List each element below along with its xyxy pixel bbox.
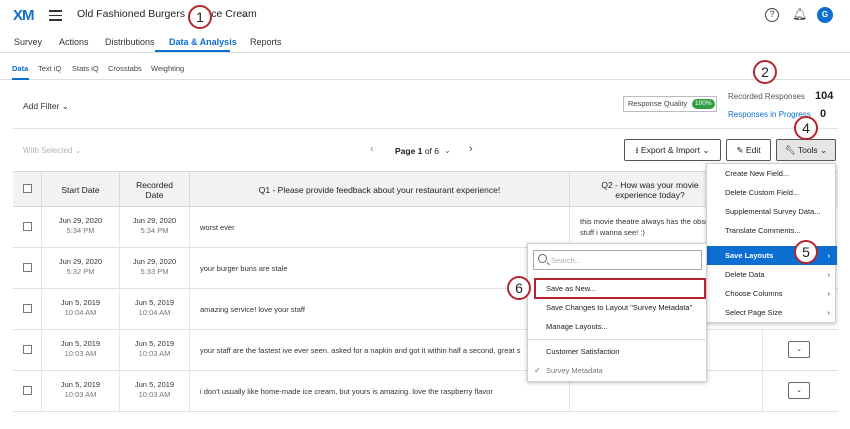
menu-item-select-page-size[interactable]: Select Page Size › [707,303,837,322]
main-nav-tabs: Survey Actions Distributions Data & Anal… [0,31,850,53]
chevron-right-icon: › [827,289,831,298]
callout-1: 1 [188,5,212,29]
layout-search-box[interactable] [533,250,702,270]
callout-4: 4 [794,116,818,140]
add-filter-button[interactable]: Add Filter ⌄ [23,101,69,112]
column-header-recorded-date[interactable]: Recorded Date [120,172,190,208]
row-actions-dropdown[interactable]: ⌄ [788,341,810,358]
row-actions-dropdown[interactable]: ⌄ [788,382,810,399]
edit-button[interactable]: ✎ Edit [726,139,771,161]
menu-item-supplemental-survey-data[interactable]: Supplemental Survey Data... [707,202,837,221]
responses-in-progress-count: 0 [820,108,827,120]
menu-item-translate-comments[interactable]: Translate Comments... [707,221,837,240]
submenu-item-save-changes[interactable]: Save Changes to Layout "Survey Metadata" [528,298,708,317]
active-subtab-indicator [12,78,29,80]
tab-survey[interactable]: Survey [14,37,42,47]
notification-bell-icon[interactable]: 🔔︎ [792,7,807,21]
tab-distributions[interactable]: Distributions [105,37,155,47]
row-checkbox[interactable] [23,345,32,354]
row-checkbox[interactable] [23,386,32,395]
chevron-right-icon: › [827,308,831,317]
select-all-checkbox[interactable] [23,184,32,193]
tools-button[interactable]: 🔧︎ Tools ⌄ [776,139,836,161]
row-checkbox[interactable] [23,222,32,231]
xm-logo[interactable]: XM [13,7,34,24]
subtab-text-iq[interactable]: Text iQ [38,64,61,73]
quality-percent-badge: 100% [692,99,715,109]
active-tab-indicator [155,50,230,52]
recorded-responses-label: Recorded Responses [728,92,805,101]
project-title[interactable]: Old Fashioned Burgers and Ice Cream [77,8,257,20]
callout-2: 2 [753,60,777,84]
tab-reports[interactable]: Reports [250,37,282,47]
search-icon [538,254,547,263]
row-checkbox[interactable] [23,263,32,272]
submenu-item-customer-satisfaction[interactable]: Customer Satisfaction [528,342,708,361]
page-indicator[interactable]: Page 1 of 6 [395,146,439,156]
chevron-right-icon: › [827,251,831,260]
tab-actions[interactable]: Actions [59,37,89,47]
row-checkbox[interactable] [23,304,32,313]
column-header-q1[interactable]: Q1 - Please provide feedback about your … [190,172,570,208]
table-row[interactable]: Jun 5, 2019 10:03 AM Jun 5, 2019 10:03 AM … [13,371,838,412]
checkmark-icon: ✓ [534,366,541,375]
submenu-item-manage-layouts[interactable]: Manage Layouts... [528,317,708,336]
avatar[interactable]: G [817,7,833,23]
highlight-save-as-new [534,278,706,299]
response-quality-button[interactable]: Response Quality 100% [623,96,717,112]
submenu-divider [528,339,708,340]
subtab-data[interactable]: Data [12,64,28,73]
submenu-item-survey-metadata[interactable]: ✓ Survey Metadata [528,361,708,380]
previous-page-icon[interactable]: ‹ [370,143,374,155]
tools-menu: Create New Field... Delete Custom Field.… [706,163,837,323]
help-icon[interactable]: ? [765,8,779,22]
subtab-stats-iq[interactable]: Stats iQ [72,64,99,73]
menu-item-delete-custom-field[interactable]: Delete Custom Field... [707,183,837,202]
save-layouts-submenu: Save as New... Save Changes to Layout "S… [527,243,708,382]
subtab-weighting[interactable]: Weighting [151,64,184,73]
menu-item-create-new-field[interactable]: Create New Field... [707,164,837,183]
chevron-down-icon[interactable]: ⌄ [444,146,451,155]
table-row[interactable]: Jun 5, 2019 10:03 AM Jun 5, 2019 10:03 AM … [13,330,838,371]
divider [12,128,838,129]
wrench-icon: 🔧︎ [784,145,796,155]
hamburger-menu-icon[interactable] [49,10,62,21]
callout-6: 6 [507,276,531,300]
chevron-down-icon[interactable]: ⌄ [240,9,248,20]
recorded-responses-count: 104 [815,90,834,102]
top-bar: XM Old Fashioned Burgers and Ice Cream ⌄… [0,0,850,30]
with-selected-dropdown[interactable]: With Selected ⌄ [23,146,81,155]
column-header-start-date[interactable]: Start Date [42,172,120,208]
download-icon: ⭳ [635,145,639,155]
menu-item-choose-columns[interactable]: Choose Columns › [707,284,837,303]
export-import-button[interactable]: ⭳ Export & Import ⌄ [624,139,721,161]
layout-search-input[interactable] [551,253,699,267]
menu-item-delete-data[interactable]: Delete Data › [707,265,837,284]
sub-tabs: Data Text iQ Stats iQ Crosstabs Weightin… [0,55,850,80]
chevron-right-icon: › [827,270,831,279]
callout-5: 5 [794,240,818,264]
subtab-crosstabs[interactable]: Crosstabs [108,64,142,73]
next-page-icon[interactable]: › [469,143,473,155]
tab-data-analysis[interactable]: Data & Analysis [169,37,237,47]
pencil-icon: ✎ [736,145,744,155]
column-header-q2[interactable]: Q2 - How was your movie experience today… [570,172,720,208]
